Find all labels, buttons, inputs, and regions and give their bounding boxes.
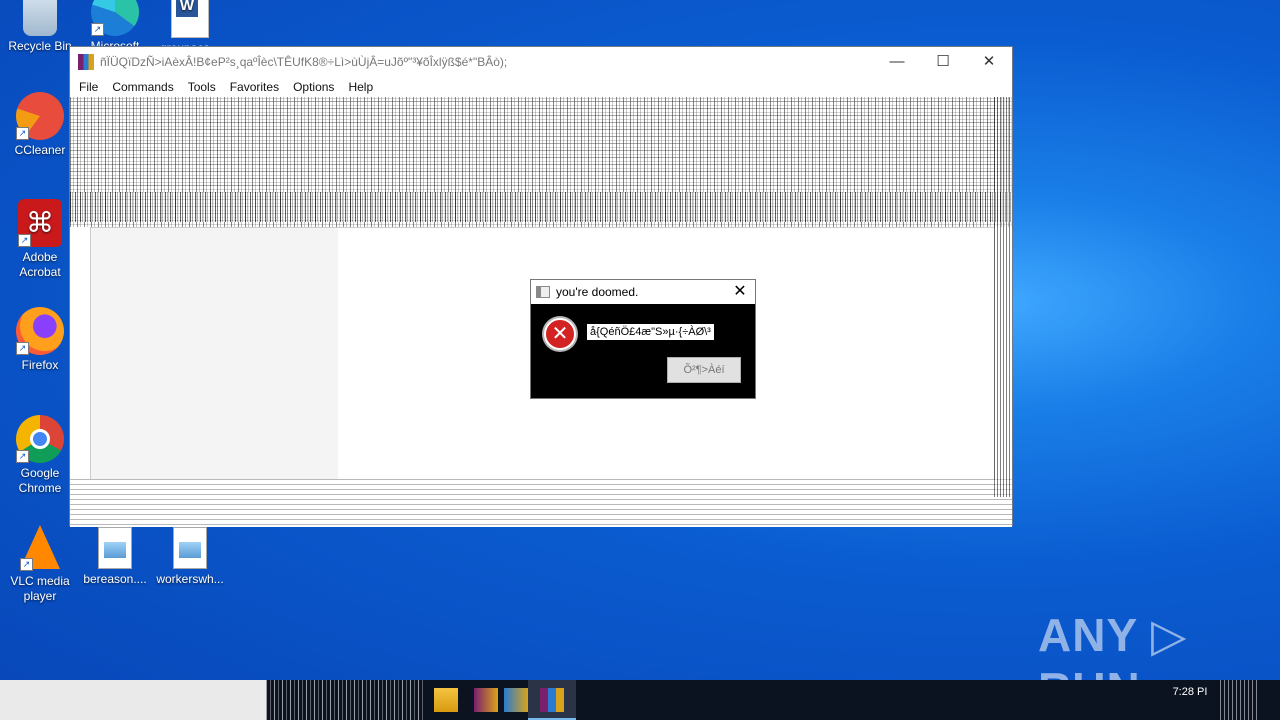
dialog-close-button[interactable]: ✕	[725, 280, 755, 304]
word-doc-icon: W	[171, 0, 209, 38]
minimize-button[interactable]: —	[874, 47, 920, 77]
desktop-icon-ccleaner[interactable]: ↗ CCleaner	[2, 92, 78, 158]
desktop-icon-bereason[interactable]: bereason....	[77, 527, 153, 587]
taskbar-app-explorer-icon[interactable]	[434, 688, 458, 712]
desktop-icon-label: Firefox	[21, 358, 59, 372]
window-title: ñÏÜQïDzÑ>iAèxÂ!B¢eP²s¸qaºÎèc\TÊUfK8®÷Lì>…	[100, 55, 508, 69]
desktop-icon-label: CCleaner	[14, 143, 66, 157]
image-file-icon	[98, 527, 132, 569]
menu-help[interactable]: Help	[341, 80, 380, 94]
desktop-icon-label: workerswh...	[156, 572, 224, 586]
menu-favorites[interactable]: Favorites	[223, 80, 286, 94]
shortcut-arrow-icon: ↗	[16, 342, 29, 355]
desktop-icon-recycle-bin[interactable]: Recycle Bin	[2, 0, 78, 54]
image-file-icon	[173, 527, 207, 569]
ccleaner-icon: ↗	[16, 92, 64, 140]
desktop-icon-label: VLC media player	[10, 574, 70, 603]
vlc-icon: ↗	[20, 523, 60, 571]
taskbar-app-1-icon[interactable]	[474, 688, 498, 712]
desktop-icon-adobe-acrobat[interactable]: ⌘ ↗ Adobe Acrobat	[2, 199, 78, 280]
taskbar-app-winrar[interactable]	[528, 680, 576, 720]
dialog-title: you're doomed.	[556, 285, 639, 299]
winrar-icon	[540, 688, 564, 712]
maximize-button[interactable]: ☐	[920, 47, 966, 77]
desktop-icon-label: Google Chrome	[18, 466, 62, 495]
desktop-icon-vlc[interactable]: ↗ VLC media player	[2, 523, 78, 604]
close-button[interactable]: ✕	[966, 47, 1012, 77]
menu-options[interactable]: Options	[286, 80, 341, 94]
menu-file[interactable]: File	[72, 80, 105, 94]
desktop-icon-workerswh[interactable]: workerswh...	[152, 527, 228, 587]
edge-icon: ↗	[91, 0, 139, 36]
window-titlebar[interactable]: ñÏÜQïDzÑ>iAèxÂ!B¢eP²s¸qaºÎèc\TÊUfK8®÷Lì>…	[70, 47, 1012, 77]
shortcut-arrow-icon: ↗	[16, 450, 29, 463]
menu-bar: File Commands Tools Favorites Options He…	[70, 77, 1012, 97]
shortcut-arrow-icon: ↗	[20, 558, 33, 571]
menu-tools[interactable]: Tools	[181, 80, 223, 94]
desktop-icon-firefox[interactable]: ↗ Firefox	[2, 307, 78, 373]
chrome-icon: ↗	[16, 415, 64, 463]
desktop-icon-google-chrome[interactable]: ↗ Google Chrome	[2, 415, 78, 496]
error-dialog[interactable]: you're doomed. ✕ ✕ å{QéñÖ£4æ"S»µ·{÷ÀØ\³ …	[530, 279, 756, 399]
acrobat-icon: ⌘ ↗	[18, 199, 62, 247]
window-icon	[536, 286, 550, 298]
desktop-icon-label: Adobe Acrobat	[19, 250, 61, 279]
shortcut-arrow-icon: ↗	[91, 23, 104, 36]
winrar-icon	[78, 54, 94, 70]
glitched-status-area	[70, 479, 1012, 527]
dialog-message: å{QéñÖ£4æ"S»µ·{÷ÀØ\³	[587, 324, 714, 340]
dialog-titlebar[interactable]: you're doomed. ✕	[531, 280, 755, 304]
taskbar: 7:28 PI	[0, 680, 1280, 720]
glitched-header-row	[70, 192, 1012, 222]
taskbar-clock[interactable]: 7:28 PI	[1160, 686, 1220, 698]
shortcut-arrow-icon: ↗	[16, 127, 29, 140]
taskbar-app-2-icon[interactable]	[504, 688, 528, 712]
dialog-ok-button[interactable]: Õ²¶>Àéí	[667, 357, 741, 383]
recycle-bin-icon	[23, 0, 57, 36]
firefox-icon: ↗	[16, 307, 64, 355]
folder-tree-pane[interactable]	[90, 227, 340, 481]
desktop-icon-label: Recycle Bin	[8, 39, 72, 53]
desktop-icon-label: bereason....	[83, 572, 147, 586]
error-icon: ✕	[544, 318, 576, 350]
shortcut-arrow-icon: ↗	[18, 234, 31, 247]
taskbar-search-box[interactable]	[0, 680, 266, 720]
glitched-tray-area	[1220, 680, 1260, 720]
glitched-taskbar-area	[266, 680, 426, 720]
glitched-scrollbar	[994, 97, 1012, 497]
menu-commands[interactable]: Commands	[105, 80, 180, 94]
